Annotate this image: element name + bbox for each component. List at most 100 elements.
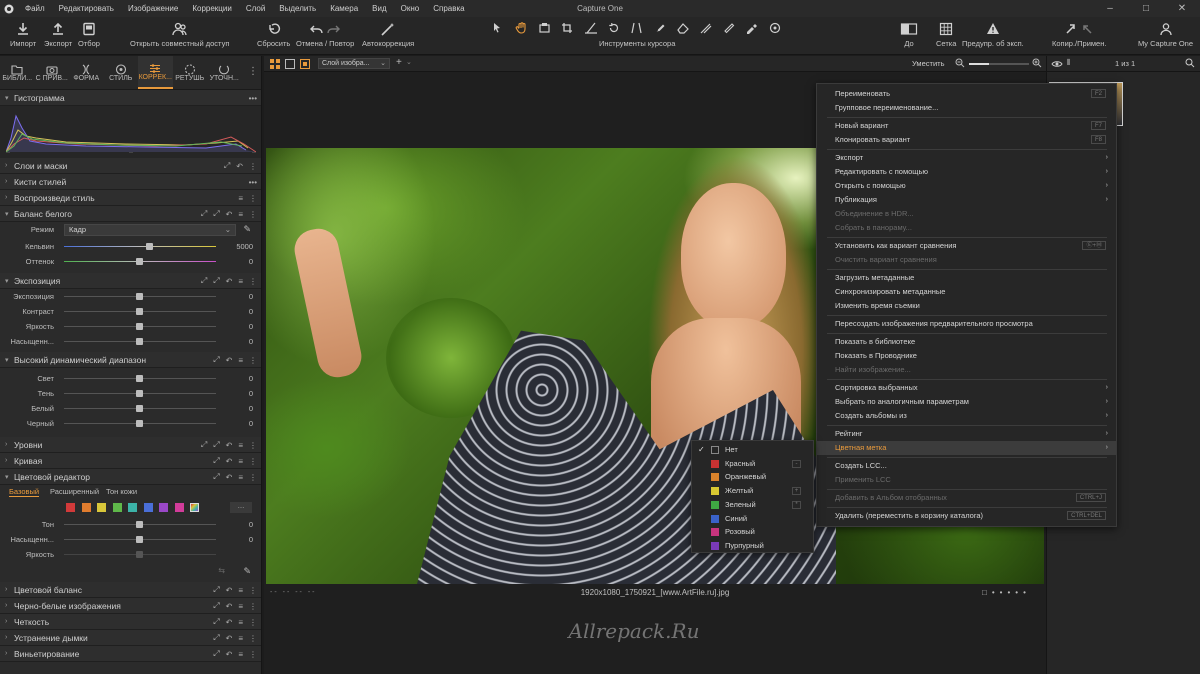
menu-icon[interactable]: ≡ (238, 586, 243, 595)
pick-icon[interactable]: ⤢ (213, 617, 219, 627)
color-tag-item[interactable]: ✓ Нет (692, 443, 813, 457)
layer-preset-select[interactable]: Слой изобра... ⌄ (318, 58, 390, 69)
slider-handle[interactable] (136, 308, 143, 315)
menu-icon[interactable]: ≡ (238, 194, 243, 203)
section-white-balance[interactable]: ▾ Баланс белого ⤢ ⤢ ↶ ≡ ⋮ (0, 206, 261, 222)
wb-kelvin-track[interactable] (64, 246, 216, 247)
slider-handle[interactable] (136, 405, 143, 412)
menu-icon[interactable]: ≡ (238, 457, 243, 466)
more-icon[interactable]: ⋮ (249, 194, 257, 203)
context-menu-item[interactable]: Сортировка выбранных › (817, 381, 1116, 395)
section-histogram[interactable]: ▾ Гистограмма ••• (0, 90, 261, 106)
tab-advanced[interactable]: Расширенный (50, 487, 99, 496)
chevron-down-icon[interactable]: ⌄ (406, 58, 412, 66)
menu-file[interactable]: Файл (18, 0, 52, 17)
eyedropper-icon[interactable]: ⤢ (201, 209, 207, 219)
rating-dot[interactable]: • (1000, 588, 1003, 597)
pick-icon[interactable]: ⤢ (201, 440, 207, 450)
more-icon[interactable]: ⋮ (249, 162, 257, 171)
context-menu-item[interactable]: Пересоздать изображения предварительного… (817, 317, 1116, 331)
add-icon[interactable]: + (396, 57, 402, 68)
menu-icon[interactable]: ≡ (238, 650, 243, 659)
section-vignetting[interactable]: › Виньетирование ⤢ ↶ ≡ ⋮ (0, 646, 261, 662)
before-button[interactable]: До (900, 19, 918, 48)
checkbox-icon[interactable]: □ (982, 588, 987, 597)
more-icon[interactable]: ⋮ (249, 473, 257, 482)
crop-select-tool-icon[interactable] (538, 22, 552, 34)
menu-camera[interactable]: Камера (323, 0, 365, 17)
section-style-brushes[interactable]: › Кисти стилей ••• (0, 174, 261, 190)
pick-icon[interactable]: ⤢ (213, 649, 219, 659)
slider-value[interactable]: 0 (249, 535, 253, 544)
select-button[interactable]: Отбор (78, 19, 100, 48)
exposure-warning-button[interactable]: Предупр. об эксп. (962, 19, 1024, 48)
eye-icon[interactable] (1051, 59, 1063, 69)
section-black-white[interactable]: › Черно-белые изображения ⤢ ↶ ≡ ⋮ (0, 598, 261, 614)
menu-image[interactable]: Изображение (121, 0, 185, 17)
color-tag-item[interactable]: Розовый (692, 525, 813, 539)
more-icon[interactable]: ⋮ (249, 356, 257, 365)
slider-value[interactable]: 0 (249, 337, 253, 346)
context-menu-item[interactable]: Загрузить метаданные (817, 271, 1116, 285)
zoom-in-icon[interactable] (1032, 58, 1042, 68)
pick-icon[interactable]: ⤢ (213, 601, 219, 611)
more-icon[interactable]: ⋮ (249, 650, 257, 659)
slider-handle[interactable] (136, 323, 143, 330)
zoom-out-icon[interactable] (955, 58, 965, 68)
context-menu-item[interactable]: Публикация › (817, 193, 1116, 207)
color-range-swatch[interactable] (66, 503, 75, 512)
grid-button[interactable]: Сетка (936, 19, 956, 48)
menu-icon[interactable]: ≡ (238, 277, 243, 286)
slider-value[interactable]: 0 (249, 389, 253, 398)
rating-dot[interactable]: • (1007, 588, 1010, 597)
menu-icon[interactable]: ≡ (238, 602, 243, 611)
reset-icon[interactable]: ↶ (226, 586, 233, 595)
wb-kelvin-handle[interactable] (146, 243, 153, 250)
more-icon[interactable]: ••• (249, 178, 257, 187)
pointer-tool-icon[interactable] (492, 22, 506, 34)
pick-icon[interactable]: ⤢ (213, 585, 219, 595)
slider-value[interactable]: 0 (249, 292, 253, 301)
all-colors-swatch[interactable] (190, 503, 199, 512)
menu-icon[interactable]: ≡ (238, 473, 243, 482)
single-view-icon[interactable] (285, 59, 295, 69)
heal-tool-icon[interactable] (722, 22, 736, 34)
more-icon[interactable]: ⋮ (249, 457, 257, 466)
pick-icon[interactable]: ⤢ (201, 276, 207, 286)
color-range-swatch[interactable] (81, 503, 91, 512)
section-hdr[interactable]: ▾ Высокий динамический диапазон ⤢ ↶ ≡ ⋮ (0, 352, 261, 368)
slider-value[interactable]: 0 (249, 520, 253, 529)
color-range-swatch[interactable] (159, 503, 168, 512)
hand-tool-icon[interactable] (515, 22, 529, 34)
context-menu-item[interactable]: Установить как вариант сравнения Ⓔ+Ⓜ (817, 239, 1116, 253)
slider-handle[interactable] (136, 338, 143, 345)
more-icon[interactable]: ⋮ (249, 586, 257, 595)
context-menu-item[interactable]: Экспорт › (817, 151, 1116, 165)
reset-icon[interactable]: ↶ (226, 650, 233, 659)
context-menu-item[interactable]: Клонировать вариант F8 (817, 133, 1116, 147)
context-menu-item[interactable]: Рейтинг › (817, 427, 1116, 441)
reset-icon[interactable]: ↶ (226, 210, 233, 219)
context-menu-item[interactable]: Групповое переименование... (817, 101, 1116, 115)
pick-icon[interactable]: ⤢ (213, 209, 219, 219)
context-menu-item[interactable]: Новый вариант F7 (817, 119, 1116, 133)
color-range-swatch[interactable] (112, 503, 122, 512)
reset-icon[interactable]: ↶ (226, 356, 233, 365)
reset-icon[interactable]: ↶ (226, 473, 233, 482)
menu-layer[interactable]: Слой (239, 0, 272, 17)
reset-icon[interactable]: ↶ (226, 277, 233, 286)
share-button[interactable]: Открыть совместный доступ (130, 19, 229, 48)
color-tag-item[interactable]: Красный - (692, 457, 813, 471)
section-levels[interactable]: › Уровни ⤢ ⤢ ↶ ≡ ⋮ (0, 437, 261, 453)
slider-handle[interactable] (136, 390, 143, 397)
context-menu-item[interactable]: Переименовать F2 (817, 87, 1116, 101)
slider-value[interactable]: 0 (249, 307, 253, 316)
context-menu-item[interactable]: Изменить время съемки (817, 299, 1116, 313)
rating-dot[interactable]: • (1023, 588, 1026, 597)
pick-icon[interactable]: ⤢ (213, 633, 219, 643)
color-picker-tool-icon[interactable] (745, 22, 759, 34)
brush-tool-icon[interactable] (653, 22, 667, 34)
context-menu-item[interactable]: Удалить (переместить в корзину каталога)… (817, 509, 1116, 523)
fit-label[interactable]: Уместить (912, 59, 944, 68)
color-tag-item[interactable]: Зеленый * (692, 498, 813, 512)
